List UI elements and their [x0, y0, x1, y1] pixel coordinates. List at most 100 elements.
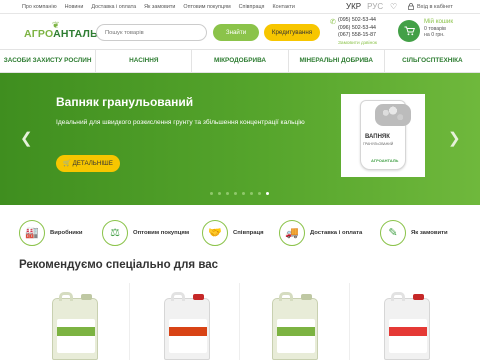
slider-dot[interactable] [250, 192, 253, 195]
can-handle [279, 292, 293, 301]
recommend-title: Рекомендуємо спеціально для вас [19, 259, 219, 271]
phone-block: ✆ (095) 502-53-44 (096) 502-53-44 (067) … [330, 17, 377, 48]
can-handle [171, 292, 185, 301]
can-cap [193, 294, 204, 300]
truck-icon: 🚚 [279, 220, 305, 246]
slider-dot[interactable] [234, 192, 237, 195]
cart-summary[interactable]: Мій кошик 0 товарів на 0 грн. [424, 18, 454, 39]
topnav-wholesale[interactable]: Оптовим покупцям [183, 4, 230, 10]
category-agri-machinery[interactable]: СІЛЬГОСПТЕХНІКА [385, 50, 480, 72]
search-button[interactable]: Знайти [213, 24, 259, 41]
phone-2[interactable]: (096) 502-53-44 [338, 25, 377, 33]
feature-wholesale[interactable]: ⚖ Оптовим покупцям [102, 219, 189, 247]
search-input[interactable] [96, 24, 207, 41]
product-image [164, 292, 210, 360]
prev-arrow-icon[interactable]: ❮ [20, 129, 33, 147]
wishlist-heart-icon[interactable]: ♡ [390, 2, 397, 11]
hero-description: Ідеальний для швидкого розкислення грунт… [56, 119, 305, 126]
slider-dot[interactable] [258, 192, 261, 195]
product-bag-image: ВАПНЯК ГРАНУЛЬОВАНИЙ АГРОАНТАЛЬ [341, 94, 425, 177]
can-label [169, 319, 207, 353]
can-band [389, 327, 427, 336]
handshake-icon: 🤝 [202, 220, 228, 246]
phone-3[interactable]: (067) 558-15-87 [338, 32, 377, 40]
bag-sublabel: ГРАНУЛЬОВАНИЙ [363, 142, 394, 146]
bag-label: ВАПНЯК [365, 134, 390, 140]
feature-label: Як замовити [411, 230, 448, 236]
can-label [389, 319, 427, 353]
cart-icon [404, 26, 415, 36]
can-handle [391, 292, 405, 301]
can-band [277, 327, 315, 336]
top-bar: Про компанію Новини Доставка і оплата Як… [0, 0, 480, 14]
product-image [52, 292, 98, 360]
callback-link[interactable]: Замовити дзвінок [338, 40, 377, 48]
wholesale-icon: ⚖ [102, 220, 128, 246]
feature-how-to-order[interactable]: ✎ Як замовити [380, 219, 448, 247]
features-row: 🏭 Виробники ⚖ Оптовим покупцям 🤝 Співпра… [0, 215, 480, 251]
phone-1[interactable]: (095) 502-53-44 [338, 17, 377, 25]
slider-dots [210, 192, 269, 195]
lang-ukr[interactable]: УКР [346, 2, 361, 11]
can-band [169, 327, 207, 336]
can-cap [81, 294, 92, 300]
product-card[interactable] [350, 283, 460, 360]
slider-dot[interactable] [218, 192, 221, 195]
can-label [277, 319, 315, 353]
category-micro-fertilizers[interactable]: МІКРОДОБРИВА [192, 50, 289, 72]
can-handle [59, 292, 73, 301]
category-crop-protection[interactable]: ЗАСОБИ ЗАХИСТУ РОСЛИН [0, 50, 97, 72]
cart-small-icon: 🛒 [63, 160, 71, 167]
slider-dot[interactable] [210, 192, 213, 195]
feature-cooperation[interactable]: 🤝 Співпраця [202, 219, 264, 247]
category-nav: ЗАСОБИ ЗАХИСТУ РОСЛИН НАСІННЯ МІКРОДОБРИ… [0, 49, 480, 73]
slider-dot-active[interactable] [266, 192, 269, 195]
product-card[interactable] [20, 283, 130, 360]
pebbles-image [375, 104, 411, 126]
product-card[interactable] [240, 283, 350, 360]
language-switcher: УКР РУС [346, 2, 383, 11]
topnav-delivery[interactable]: Доставка і оплата [91, 4, 136, 10]
topnav-news[interactable]: Новини [65, 4, 84, 10]
cart-button[interactable] [398, 20, 420, 42]
credit-button[interactable]: Кредитування [264, 24, 320, 41]
category-seeds[interactable]: НАСІННЯ [96, 50, 193, 72]
order-icon: ✎ [380, 220, 406, 246]
cart-count: 0 товарів [424, 25, 446, 32]
can-cap [301, 294, 312, 300]
cart-title: Мій кошик [424, 18, 454, 25]
login-label: Вхід в кабінет [417, 3, 453, 10]
cart-sum: на 0 грн. [424, 32, 445, 39]
next-arrow-icon[interactable]: ❯ [448, 129, 461, 147]
feature-label: Доставка і оплата [310, 230, 363, 236]
product-image [272, 292, 318, 360]
factory-icon: 🏭 [19, 220, 45, 246]
product-grid [20, 283, 460, 360]
hero-slider: ❮ ❯ Вапняк гранульований Ідеальний для ш… [0, 73, 480, 205]
slider-dot[interactable] [242, 192, 245, 195]
feature-delivery[interactable]: 🚚 Доставка і оплата [279, 219, 362, 247]
details-label: ДЕТАЛЬНІШЕ [72, 160, 113, 167]
site-logo[interactable]: ❦ АГРОАНТАЛЬ [24, 20, 98, 44]
category-mineral-fertilizers[interactable]: МІНЕРАЛЬНІ ДОБРИВА [289, 50, 385, 72]
feature-label: Виробники [50, 230, 83, 236]
details-button[interactable]: 🛒 ДЕТАЛЬНІШЕ [56, 155, 120, 172]
phone-icon: ✆ [330, 19, 336, 26]
slider-dot[interactable] [226, 192, 229, 195]
hero-title: Вапняк гранульований [56, 95, 194, 109]
feature-label: Співпраця [233, 230, 264, 236]
lang-rus[interactable]: РУС [367, 2, 383, 11]
topnav-cooperation[interactable]: Співпраця [239, 4, 265, 10]
product-card[interactable] [130, 283, 240, 360]
can-band [57, 327, 95, 336]
product-image [384, 292, 430, 360]
topnav-how-to-order[interactable]: Як замовити [144, 4, 175, 10]
topnav-about[interactable]: Про компанію [22, 4, 57, 10]
header: ❦ АГРОАНТАЛЬ Знайти Кредитування ✆ (095)… [0, 14, 480, 49]
login-link[interactable]: Вхід в кабінет [408, 3, 453, 10]
feature-manufacturers[interactable]: 🏭 Виробники [19, 219, 82, 247]
lock-icon [408, 3, 414, 10]
topnav-contacts[interactable]: Контакти [272, 4, 294, 10]
feature-label: Оптовим покупцям [133, 230, 190, 236]
can-label [57, 319, 95, 353]
